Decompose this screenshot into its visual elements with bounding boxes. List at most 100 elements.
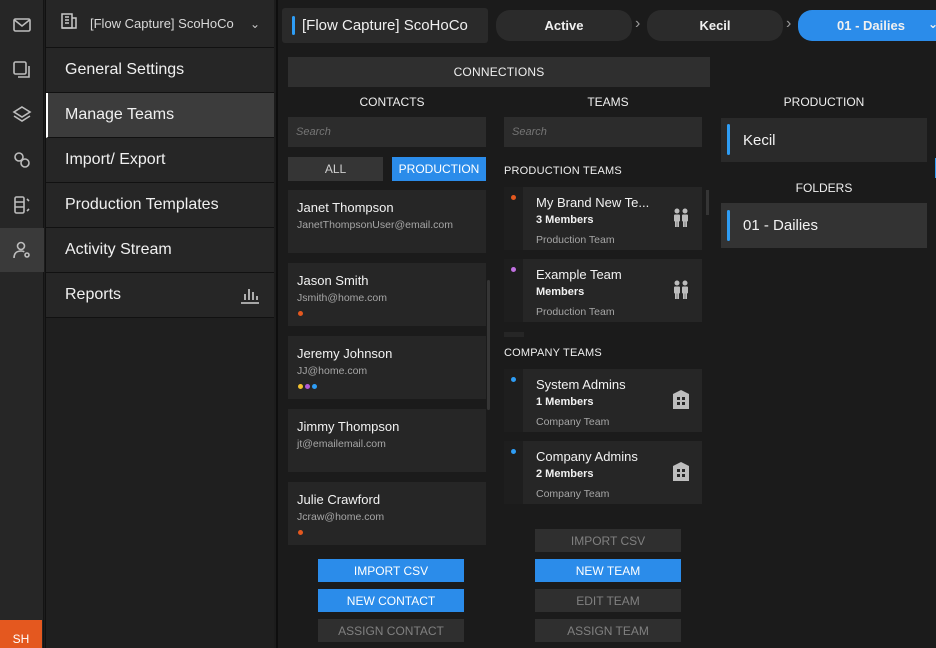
- team-members: Members: [536, 286, 585, 298]
- team-color-dot: [511, 267, 516, 272]
- teams-search-input[interactable]: [504, 117, 702, 147]
- chevron-down-icon[interactable]: ⌄: [928, 17, 936, 31]
- team-card[interactable]: System Admins 1 Members Company Team: [504, 369, 702, 432]
- new-team-button[interactable]: NEW TEAM: [535, 559, 681, 582]
- context-title: [Flow Capture] ScoHoCo: [282, 8, 488, 43]
- team-name: Company Admins: [536, 449, 638, 464]
- icon-rail: SH: [0, 0, 44, 648]
- assign-contact-button[interactable]: ASSIGN CONTACT: [318, 619, 464, 642]
- folder-card[interactable]: 01 - Dailies: [721, 203, 927, 248]
- filter-production-button[interactable]: PRODUCTION: [392, 157, 486, 181]
- top-bar: [Flow Capture] ScoHoCo Active › Kecil › …: [278, 0, 936, 50]
- bar-chart-icon: [240, 286, 260, 309]
- connections-tab[interactable]: CONNECTIONS: [288, 57, 710, 87]
- team-color-dot: [511, 377, 516, 382]
- contact-email: JJ@home.com: [297, 365, 368, 377]
- assign-team-button[interactable]: ASSIGN TEAM: [535, 619, 681, 642]
- contact-card[interactable]: Jason Smith Jsmith@home.com: [288, 263, 486, 326]
- contact-name: Julie Crawford: [297, 492, 381, 507]
- chevron-down-icon[interactable]: ⌄: [250, 17, 260, 31]
- contact-card[interactable]: Janet Thompson JanetThompsonUser@email.co…: [288, 190, 486, 253]
- contact-name: Jeremy Johnson: [297, 346, 393, 361]
- contact-card[interactable]: Jimmy Thompson jt@emailemail.com: [288, 409, 486, 472]
- team-card[interactable]: Example Team Members Production Team: [504, 259, 702, 322]
- list-overflow-edge: [504, 332, 524, 337]
- menu-production-templates[interactable]: Production Templates: [46, 183, 274, 228]
- menu-activity-stream[interactable]: Activity Stream: [46, 228, 274, 273]
- breadcrumb-folder[interactable]: 01 - Dailies ⌄: [798, 10, 936, 41]
- filter-all-button[interactable]: ALL: [288, 157, 383, 181]
- mail-icon[interactable]: [0, 3, 44, 47]
- teams-heading: TEAMS: [587, 95, 629, 109]
- team-type: Production Team: [536, 234, 615, 246]
- new-contact-button[interactable]: NEW CONTACT: [318, 589, 464, 612]
- folders-heading: FOLDERS: [795, 181, 853, 195]
- people-icon: [670, 279, 692, 306]
- team-members: 2 Members: [536, 468, 594, 480]
- team-type: Company Team: [536, 416, 610, 428]
- user-settings-icon[interactable]: [0, 228, 44, 272]
- layers-icon[interactable]: [0, 93, 44, 137]
- import-csv-teams-button[interactable]: IMPORT CSV: [535, 529, 681, 552]
- user-avatar[interactable]: SH: [0, 620, 42, 648]
- team-members: 1 Members: [536, 396, 594, 408]
- menu-reports[interactable]: Reports: [46, 273, 274, 318]
- contact-email: Jsmith@home.com: [297, 292, 388, 304]
- menu-manage-teams[interactable]: Manage Teams: [46, 93, 274, 138]
- team-members: 3 Members: [536, 214, 594, 226]
- team-color-dot: [305, 384, 310, 389]
- team-type: Production Team: [536, 306, 615, 318]
- contact-name: Jimmy Thompson: [297, 419, 400, 434]
- production-heading: PRODUCTION: [783, 95, 865, 109]
- team-color-dot: [312, 384, 317, 389]
- company-teams-label: COMPANY TEAMS: [504, 347, 602, 359]
- team-color-dot: [298, 530, 303, 535]
- team-name: Example Team: [536, 267, 622, 282]
- menu-general-settings[interactable]: General Settings: [46, 48, 274, 93]
- contact-email: JanetThompsonUser@email.com: [297, 219, 453, 231]
- team-color-dot: [511, 195, 516, 200]
- link-icon[interactable]: [0, 138, 44, 182]
- breadcrumb-production[interactable]: Kecil: [647, 10, 783, 41]
- team-card[interactable]: My Brand New Te... 3 Members Production Te…: [504, 187, 702, 250]
- contact-card[interactable]: Jeremy Johnson JJ@home.com: [288, 336, 486, 399]
- breadcrumb-folder-label: 01 - Dailies: [837, 18, 905, 33]
- contacts-search-input[interactable]: [288, 117, 486, 147]
- settings-sidebar: [Flow Capture] ScoHoCo ⌄ General Setting…: [45, 0, 274, 648]
- team-color-dot: [298, 311, 303, 316]
- contact-name: Janet Thompson: [297, 200, 394, 215]
- contact-name: Jason Smith: [297, 273, 369, 288]
- team-color-dots: [298, 311, 303, 316]
- chevron-right-icon: ›: [635, 15, 641, 32]
- main-panel: [Flow Capture] ScoHoCo Active › Kecil › …: [276, 0, 936, 648]
- contact-email: Jcraw@home.com: [297, 511, 385, 523]
- office-building-icon: [670, 389, 692, 416]
- team-color-dot: [298, 384, 303, 389]
- columns-icon[interactable]: [0, 183, 44, 227]
- contact-card[interactable]: Julie Crawford Jcraw@home.com: [288, 482, 486, 545]
- import-csv-contacts-button[interactable]: IMPORT CSV: [318, 559, 464, 582]
- contacts-list: Janet Thompson JanetThompsonUser@email.co…: [288, 190, 486, 545]
- team-type: Company Team: [536, 488, 610, 500]
- breadcrumb-active[interactable]: Active: [496, 10, 632, 41]
- people-icon: [670, 207, 692, 234]
- team-name: System Admins: [536, 377, 626, 392]
- office-building-icon: [670, 461, 692, 488]
- menu-import-export[interactable]: Import/ Export: [46, 138, 274, 183]
- edit-team-button[interactable]: EDIT TEAM: [535, 589, 681, 612]
- team-color-dot: [511, 449, 516, 454]
- contact-email: jt@emailemail.com: [297, 438, 386, 450]
- team-color-dots: [298, 530, 303, 535]
- production-card[interactable]: Kecil: [721, 118, 927, 162]
- copy-icon[interactable]: [0, 48, 44, 92]
- menu-reports-label: Reports: [65, 286, 122, 303]
- contacts-heading: CONTACTS: [359, 95, 425, 109]
- org-name: [Flow Capture] ScoHoCo: [90, 16, 234, 31]
- contacts-scrollbar[interactable]: [487, 280, 490, 410]
- org-selector[interactable]: [Flow Capture] ScoHoCo ⌄: [46, 0, 274, 48]
- building-icon: [60, 12, 78, 35]
- teams-scrollbar[interactable]: [706, 190, 709, 215]
- team-color-dots: [298, 384, 317, 389]
- chevron-right-icon: ›: [786, 15, 792, 32]
- team-card[interactable]: Company Admins 2 Members Company Team: [504, 441, 702, 504]
